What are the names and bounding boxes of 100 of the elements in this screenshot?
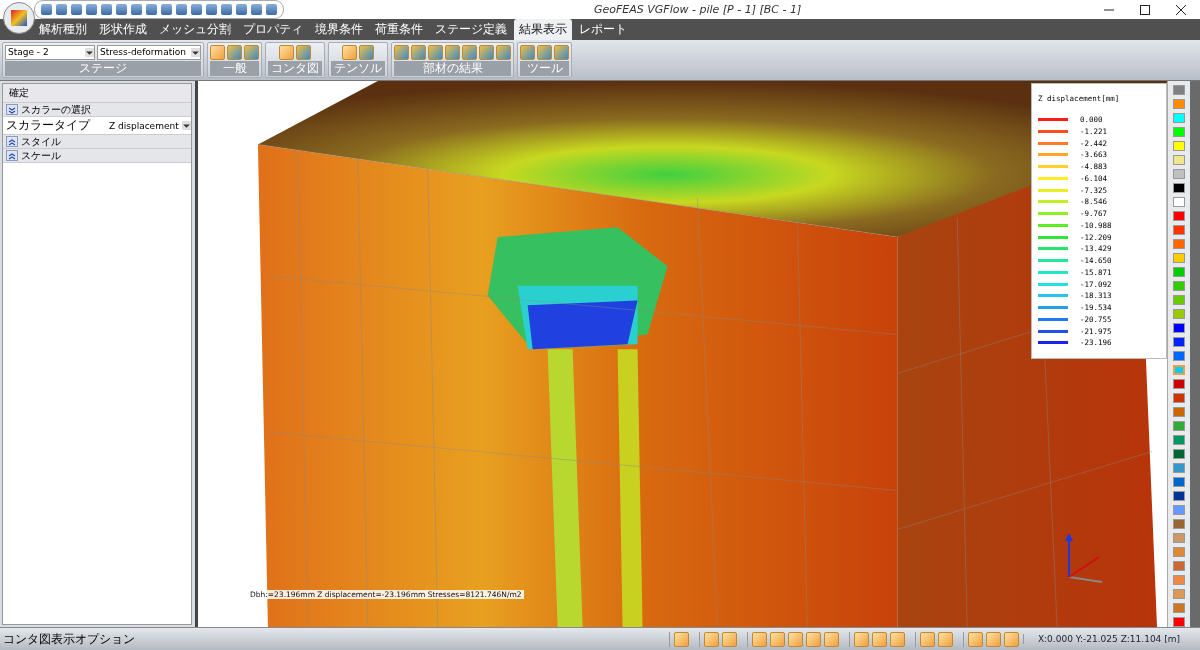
color-swatch[interactable] [1173,85,1185,95]
status-tool-icon[interactable] [889,631,905,647]
color-swatch[interactable] [1173,407,1185,418]
status-tool-icon[interactable] [721,631,737,647]
color-swatch[interactable] [1173,210,1185,221]
toolbar-icon[interactable] [206,4,217,15]
color-swatch[interactable] [1173,308,1185,319]
color-swatch[interactable] [1173,99,1185,109]
toolbar-icon[interactable] [266,4,277,15]
status-tool-icon[interactable] [919,631,935,647]
ribbon-tool-icon[interactable] [342,44,357,60]
color-swatch[interactable] [1173,196,1185,207]
color-swatch[interactable] [1173,252,1185,263]
color-swatch[interactable] [1173,546,1185,557]
color-swatch[interactable] [1173,518,1185,529]
ribbon-tab[interactable]: 形状作成 [94,19,152,40]
color-swatch[interactable] [1173,112,1185,123]
ribbon-tool-icon[interactable] [554,44,569,60]
color-swatch[interactable] [1173,435,1185,445]
toolbar-icon[interactable] [101,4,112,15]
ribbon-tool-icon[interactable] [462,44,477,60]
color-swatch[interactable] [1173,560,1185,571]
color-swatch[interactable] [1173,490,1185,501]
status-tool-icon[interactable] [937,631,953,647]
color-swatch[interactable] [1173,238,1185,249]
toolbar-icon[interactable] [221,4,232,15]
color-swatch[interactable] [1173,393,1185,404]
toolbar-icon[interactable] [41,4,52,15]
scalar-type-dropdown[interactable]: Z displacement [106,120,191,131]
ribbon-tool-icon[interactable] [244,44,259,60]
color-swatch[interactable] [1173,154,1185,165]
ribbon-tool-icon[interactable] [296,44,311,60]
toolbar-icon[interactable] [71,4,82,15]
ribbon-tool-icon[interactable] [428,44,443,60]
toolbar-icon[interactable] [86,4,97,15]
ribbon-tool-icon[interactable] [394,44,409,60]
status-tool-icon[interactable] [673,631,689,647]
color-swatch[interactable] [1173,476,1185,487]
vertical-scrollbar[interactable] [1190,81,1200,627]
status-tool-icon[interactable] [1003,631,1019,647]
ribbon-tool-icon[interactable] [279,44,294,60]
ribbon-tool-icon[interactable] [496,44,511,60]
color-swatch[interactable] [1173,294,1185,305]
status-tool-icon[interactable] [967,631,983,647]
ribbon-tool-icon[interactable] [359,44,374,60]
color-swatch[interactable] [1173,532,1185,543]
ribbon-tab[interactable]: メッシュ分割 [154,19,236,40]
ribbon-tab[interactable]: 結果表示 [514,19,572,40]
ribbon-tab[interactable]: レポート [574,19,632,40]
color-swatch[interactable] [1173,379,1185,390]
app-logo-icon[interactable] [3,2,35,34]
status-tool-icon[interactable] [805,631,821,647]
analysis-dropdown[interactable]: Stress-deformation [97,44,201,60]
toolbar-icon[interactable] [116,4,127,15]
expand-toggle-icon[interactable] [6,150,18,161]
color-swatch[interactable] [1173,266,1185,277]
color-swatch[interactable] [1173,616,1185,627]
stage-dropdown[interactable]: Stage - 2 [5,44,95,60]
color-swatch[interactable] [1173,224,1185,235]
color-swatch[interactable] [1173,463,1185,473]
ribbon-tool-icon[interactable] [210,44,225,60]
status-tool-icon[interactable] [751,631,767,647]
status-tool-icon[interactable] [985,631,1001,647]
status-tool-icon[interactable] [823,631,839,647]
ribbon-tab[interactable]: 荷重条件 [370,19,428,40]
expand-toggle-icon[interactable] [6,136,18,147]
color-swatch[interactable] [1173,280,1185,291]
color-swatch[interactable] [1173,182,1185,193]
color-swatch[interactable] [1173,421,1185,431]
color-swatch[interactable] [1173,588,1185,599]
status-tool-icon[interactable] [787,631,803,647]
status-tool-icon[interactable] [853,631,869,647]
color-swatch[interactable] [1173,364,1185,376]
toolbar-icon[interactable] [176,4,187,15]
toolbar-icon[interactable] [236,4,247,15]
ribbon-tool-icon[interactable] [479,44,494,60]
color-swatch[interactable] [1173,449,1185,459]
section-header[interactable]: スケール [3,149,191,163]
ribbon-tab[interactable]: プロパティ [238,19,308,40]
toolbar-icon[interactable] [251,4,262,15]
ribbon-tool-icon[interactable] [445,44,460,60]
close-icon[interactable] [1176,4,1186,15]
expand-toggle-icon[interactable] [6,104,18,115]
toolbar-icon[interactable] [161,4,172,15]
ribbon-tab[interactable]: ステージ定義 [430,19,512,40]
maximize-icon[interactable] [1140,4,1150,15]
toolbar-icon[interactable] [191,4,202,15]
color-swatch[interactable] [1173,574,1185,585]
color-swatch[interactable] [1173,126,1185,137]
color-swatch[interactable] [1173,322,1185,333]
status-tool-icon[interactable] [703,631,719,647]
color-swatch[interactable] [1173,168,1185,179]
toolbar-icon[interactable] [146,4,157,15]
ribbon-tool-icon[interactable] [227,44,242,60]
toolbar-icon[interactable] [131,4,142,15]
color-swatch[interactable] [1173,350,1185,361]
color-swatch[interactable] [1173,336,1185,347]
ribbon-tool-icon[interactable] [537,44,552,60]
ribbon-tab[interactable]: 解析種別 [34,19,92,40]
section-header[interactable]: スカラーの選択 [3,103,191,117]
